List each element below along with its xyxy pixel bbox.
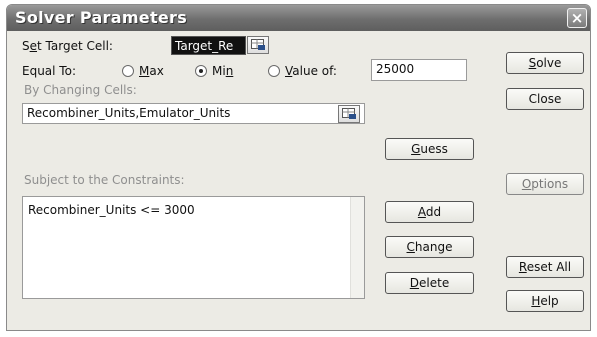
delete-rest: elete xyxy=(419,276,450,290)
change-rest: hange xyxy=(414,240,453,254)
add-rest: dd xyxy=(425,205,442,219)
min-pre: Mi xyxy=(212,64,226,78)
constraints-label: Subject to the Constraints: xyxy=(24,173,185,187)
delete-button[interactable]: Delete xyxy=(385,272,474,294)
max-mnemonic: M xyxy=(139,64,150,78)
options-mnemonic: O xyxy=(521,177,532,191)
help-rest: elp xyxy=(540,294,559,308)
title-bar: Solver Parameters × xyxy=(7,5,590,31)
equal-to-label: Equal To: xyxy=(22,64,76,78)
max-rest: ax xyxy=(149,64,164,78)
close-icon[interactable]: × xyxy=(567,8,587,28)
guess-mnemonic: G xyxy=(411,142,421,156)
change-mnemonic: C xyxy=(406,240,415,254)
target-cell-label: Set Target Cell: xyxy=(22,39,113,53)
max-radio[interactable] xyxy=(122,65,134,77)
changing-cells-ref-button[interactable] xyxy=(338,105,360,123)
solver-parameters-dialog: Solver Parameters × Set Target Cell: Tar… xyxy=(6,4,591,331)
target-cell-ref-button[interactable] xyxy=(247,36,269,54)
add-button[interactable]: Add xyxy=(385,201,474,223)
guess-button[interactable]: Guess xyxy=(385,138,474,160)
changing-cells-label: By Changing Cells: xyxy=(24,83,137,97)
options-button[interactable]: Options xyxy=(506,173,584,195)
min-mnemonic: n xyxy=(225,64,234,78)
help-mnemonic: H xyxy=(531,294,541,308)
help-button[interactable]: Help xyxy=(506,290,584,312)
target-cell-label-suffix: t Target Cell: xyxy=(37,39,113,53)
delete-mnemonic: D xyxy=(409,276,420,290)
max-label: Max xyxy=(139,64,164,78)
dialog-title: Solver Parameters xyxy=(15,8,188,27)
change-button[interactable]: Change xyxy=(385,236,474,258)
reset-rest: eset All xyxy=(526,260,572,274)
target-cell-label-mnemonic: e xyxy=(29,39,38,53)
options-rest: ptions xyxy=(531,177,569,191)
reset-all-button[interactable]: Reset All xyxy=(506,256,584,278)
solve-rest: olve xyxy=(536,56,562,70)
min-label: Min xyxy=(212,64,233,78)
guess-rest: uess xyxy=(420,142,448,156)
reset-mnemonic: R xyxy=(518,260,527,274)
constraints-list[interactable]: Recombiner_Units <= 3000 xyxy=(22,196,365,299)
target-cell-input[interactable]: Target_Re xyxy=(171,36,246,55)
value-of-label: Value of: xyxy=(285,64,337,78)
cell-reference-icon xyxy=(342,108,356,119)
value-of-input[interactable]: 25000 xyxy=(371,59,467,81)
min-radio[interactable] xyxy=(195,65,207,77)
close-button[interactable]: Close xyxy=(506,88,584,110)
list-item[interactable]: Recombiner_Units <= 3000 xyxy=(28,203,195,217)
add-mnemonic: A xyxy=(417,205,426,219)
target-cell-label-prefix: S xyxy=(22,39,30,53)
constraints-scrollbar[interactable] xyxy=(350,197,364,298)
solve-button[interactable]: Solve xyxy=(506,52,584,74)
cell-reference-icon xyxy=(251,39,265,50)
value-of-rest: alue of: xyxy=(292,64,337,78)
value-of-radio[interactable] xyxy=(268,65,280,77)
changing-cells-input[interactable]: Recombiner_Units,Emulator_Units xyxy=(22,103,365,124)
